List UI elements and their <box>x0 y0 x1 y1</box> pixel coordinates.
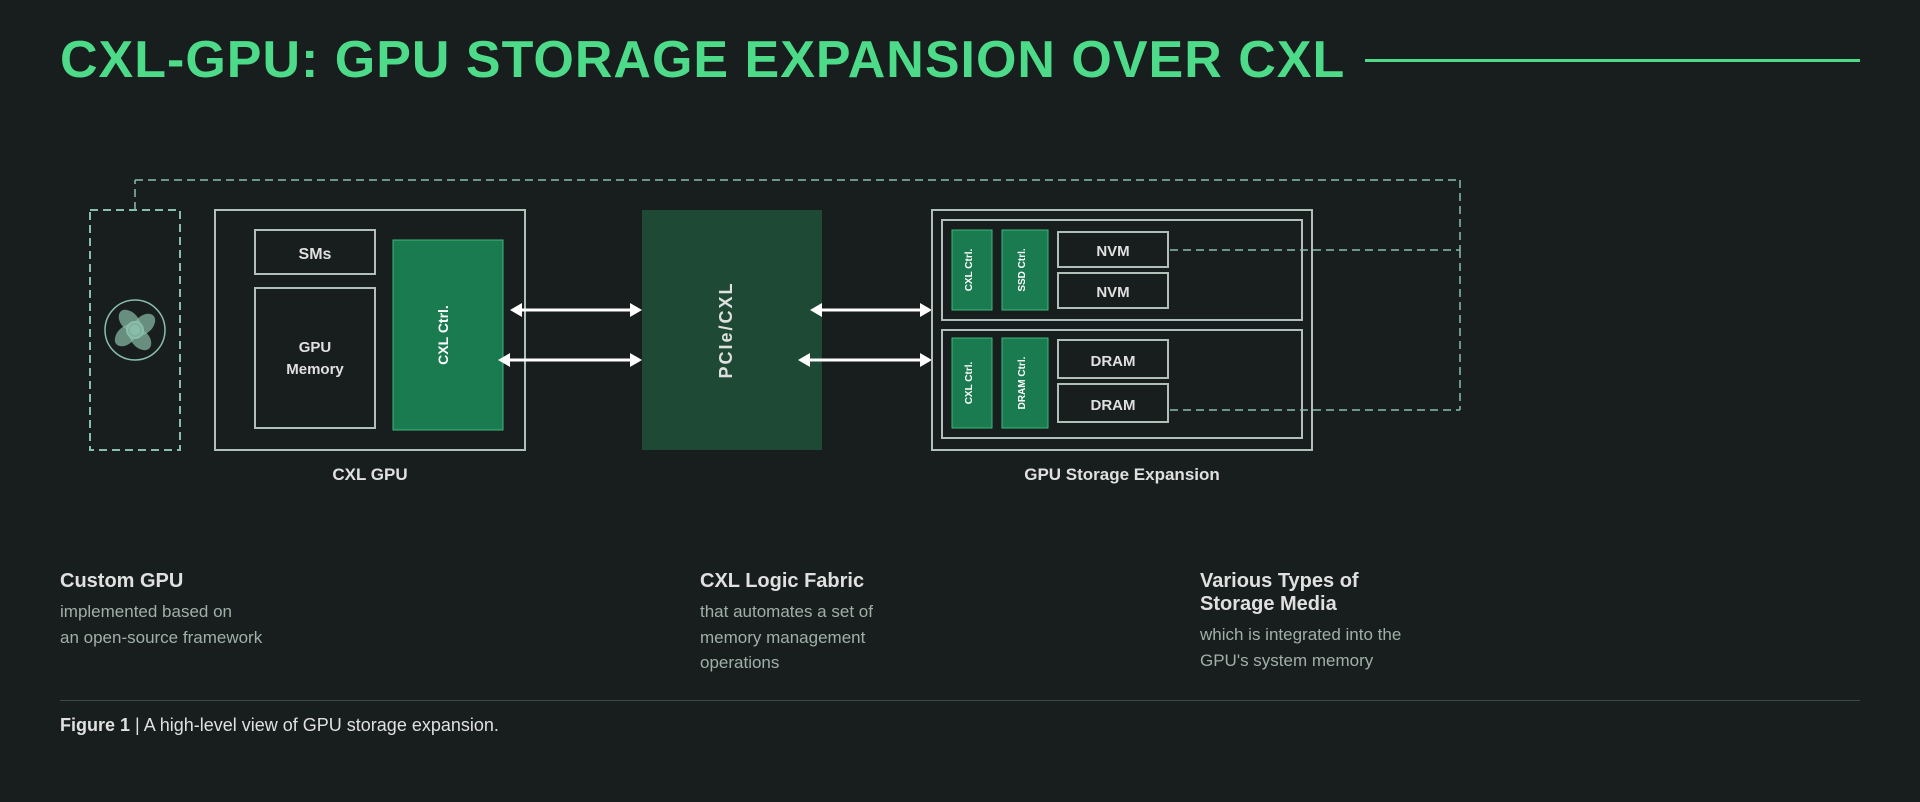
gpu-memory-box <box>255 288 375 428</box>
col3-title: Various Types of Storage Media <box>1200 570 1420 616</box>
arrow-right-head2 <box>630 353 642 367</box>
col1-title: Custom GPU <box>60 570 420 593</box>
gpu-memory-label1: GPU <box>299 339 332 356</box>
bottom-labels: Custom GPU implemented based on an open-… <box>60 570 1860 676</box>
col2-title: CXL Logic Fabric <box>700 570 920 593</box>
dram-ctrl-label: DRAM Ctrl. <box>1017 356 1028 409</box>
nvm2-label: NVM <box>1096 284 1129 301</box>
cxl-ctrl-storage-bot-label: CXL Ctrl. <box>964 361 975 404</box>
dram1-label: DRAM <box>1091 353 1136 370</box>
bottom-col-2: CXL Logic Fabric that automates a set of… <box>460 570 960 676</box>
arrow-left-head1 <box>510 303 522 317</box>
diagram-container: SMs GPU Memory CXL Ctrl. CXL GPU <box>60 120 1860 540</box>
cxl-ctrl-storage-top-label: CXL Ctrl. <box>964 248 975 291</box>
bottom-col-1: Custom GPU implemented based on an open-… <box>60 570 460 676</box>
title-decorative-line <box>1365 59 1860 62</box>
page-title-container: CXL-GPU: GPU STORAGE EXPANSION OVER CXL <box>60 30 1860 90</box>
col1-desc: implemented based on an open-source fram… <box>60 599 420 650</box>
nvm1-label: NVM <box>1096 243 1129 260</box>
col3-desc: which is integrated into the GPU's syste… <box>1200 622 1420 673</box>
col2-desc: that automates a set of memory managemen… <box>700 599 920 676</box>
ssd-ctrl-label: SSD Ctrl. <box>1017 248 1028 292</box>
figure-caption-text: | A high-level view of GPU storage expan… <box>130 715 499 735</box>
page-container: CXL-GPU: GPU STORAGE EXPANSION OVER CXL … <box>0 0 1920 802</box>
arrow-right-head <box>630 303 642 317</box>
page-title: CXL-GPU: GPU STORAGE EXPANSION OVER CXL <box>60 30 1345 90</box>
cxl-ctrl-gpu-label: CXL Ctrl. <box>435 305 451 365</box>
pcie-cxl-label: PCIe/CXL <box>716 281 736 378</box>
figure-caption-bold: Figure 1 <box>60 715 130 735</box>
cxl-gpu-label: CXL GPU <box>332 465 407 484</box>
sms-label: SMs <box>299 246 332 263</box>
nvm-row-box <box>942 220 1302 320</box>
storage-expansion-label: GPU Storage Expansion <box>1024 465 1220 484</box>
diagram-svg: SMs GPU Memory CXL Ctrl. CXL GPU <box>60 120 1860 540</box>
bottom-col-3: Various Types of Storage Media which is … <box>960 570 1460 676</box>
arrow-right-head3 <box>920 303 932 317</box>
fan-icon <box>105 300 165 360</box>
figure-caption: Figure 1 | A high-level view of GPU stor… <box>60 700 1860 736</box>
dram2-label: DRAM <box>1091 397 1136 414</box>
gpu-memory-label2: Memory <box>286 361 344 378</box>
arrow-right-head4 <box>920 353 932 367</box>
